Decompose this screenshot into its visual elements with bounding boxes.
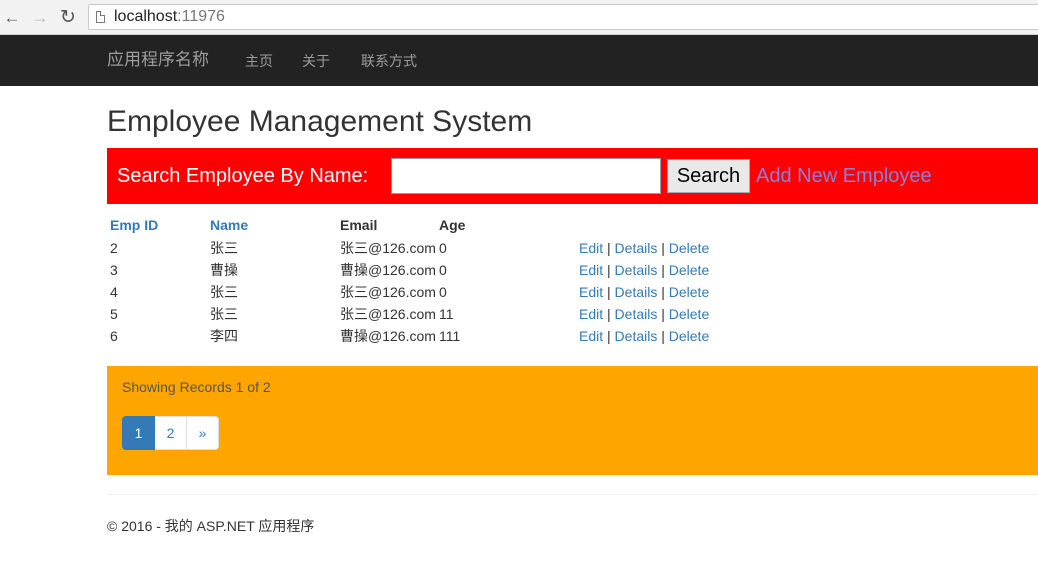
- sort-name-link[interactable]: Name: [210, 217, 248, 233]
- employee-table: Emp ID Name Email Age 2 张三 张三@126.com 0 …: [107, 213, 709, 347]
- page-icon: [96, 11, 105, 23]
- navbar-brand[interactable]: 应用程序名称: [107, 50, 209, 70]
- back-arrow-icon[interactable]: ←: [1, 6, 23, 28]
- table-row: 5 张三 张三@126.com 11 Edit | Details | Dele…: [107, 303, 709, 325]
- table-row: 2 张三 张三@126.com 0 Edit | Details | Delet…: [107, 237, 709, 259]
- table-row: 4 张三 张三@126.com 0 Edit | Details | Delet…: [107, 281, 709, 303]
- action-separator: |: [607, 284, 611, 300]
- page-title: Employee Management System: [107, 105, 533, 138]
- action-separator: |: [607, 306, 611, 322]
- cell-emp-id: 2: [110, 240, 118, 256]
- cell-actions: Edit | Details | Delete: [576, 325, 709, 347]
- browser-toolbar: ← → ↻ localhost:11976: [0, 0, 1038, 35]
- cell-name: 曹操: [210, 262, 238, 278]
- action-separator: |: [661, 306, 665, 322]
- header-actions: [576, 213, 709, 237]
- search-input[interactable]: [391, 158, 661, 194]
- header-name: Name: [207, 213, 337, 237]
- reload-icon[interactable]: ↻: [57, 6, 79, 28]
- action-separator: |: [607, 240, 611, 256]
- cell-email: 张三@126.com: [340, 306, 436, 322]
- action-separator: |: [661, 262, 665, 278]
- next-page-button[interactable]: »: [186, 416, 219, 450]
- records-summary: Showing Records 1 of 2: [122, 379, 271, 395]
- table-row: 3 曹操 曹操@126.com 0 Edit | Details | Delet…: [107, 259, 709, 281]
- cell-email: 曹操@126.com: [340, 328, 436, 344]
- cell-emp-id: 4: [110, 284, 118, 300]
- table-row: 6 李四 曹操@126.com 111 Edit | Details | Del…: [107, 325, 709, 347]
- table-header-row: Emp ID Name Email Age: [107, 213, 709, 237]
- add-employee-link[interactable]: Add New Employee: [756, 163, 932, 189]
- edit-link[interactable]: Edit: [579, 284, 603, 300]
- cell-age: 11: [439, 306, 454, 322]
- cell-age: 0: [439, 262, 447, 278]
- cell-emp-id: 5: [110, 306, 118, 322]
- pager-panel: Showing Records 1 of 2 1 2 »: [107, 366, 1038, 475]
- cell-emp-id: 3: [110, 262, 118, 278]
- edit-link[interactable]: Edit: [579, 328, 603, 344]
- details-link[interactable]: Details: [615, 240, 658, 256]
- footer-divider: [107, 494, 1038, 495]
- cell-actions: Edit | Details | Delete: [576, 303, 709, 325]
- search-panel: Search Employee By Name: Search Add New …: [107, 148, 1038, 204]
- cell-age: 111: [439, 328, 461, 344]
- address-bar[interactable]: localhost:11976: [88, 4, 1038, 30]
- nav-link-home[interactable]: 主页: [245, 52, 273, 70]
- cell-emp-id: 6: [110, 328, 118, 344]
- header-emp-id: Emp ID: [107, 213, 207, 237]
- cell-actions: Edit | Details | Delete: [576, 281, 709, 303]
- delete-link[interactable]: Delete: [669, 328, 709, 344]
- search-label: Search Employee By Name:: [117, 165, 369, 187]
- header-email: Email: [340, 217, 378, 233]
- edit-link[interactable]: Edit: [579, 262, 603, 278]
- cell-name: 张三: [210, 240, 238, 256]
- cell-name: 张三: [210, 306, 238, 322]
- url-text: localhost:11976: [114, 8, 225, 26]
- url-host: localhost: [114, 8, 178, 25]
- cell-name: 张三: [210, 284, 238, 300]
- cell-email: 曹操@126.com: [340, 262, 436, 278]
- cell-actions: Edit | Details | Delete: [576, 259, 709, 281]
- footer-text: © 2016 - 我的 ASP.NET 应用程序: [107, 518, 315, 534]
- search-button[interactable]: Search: [667, 159, 750, 193]
- action-separator: |: [607, 262, 611, 278]
- delete-link[interactable]: Delete: [669, 306, 709, 322]
- details-link[interactable]: Details: [615, 262, 658, 278]
- cell-name: 李四: [210, 328, 238, 344]
- cell-age: 0: [439, 240, 447, 256]
- page-2-button[interactable]: 2: [154, 416, 187, 450]
- action-separator: |: [607, 328, 611, 344]
- nav-link-contact[interactable]: 联系方式: [361, 52, 417, 70]
- app-navbar: 应用程序名称 主页 关于 联系方式: [0, 35, 1038, 86]
- action-separator: |: [661, 328, 665, 344]
- nav-link-about[interactable]: 关于: [302, 52, 330, 70]
- delete-link[interactable]: Delete: [669, 262, 709, 278]
- edit-link[interactable]: Edit: [579, 240, 603, 256]
- page-1-button[interactable]: 1: [122, 416, 155, 450]
- delete-link[interactable]: Delete: [669, 240, 709, 256]
- header-age: Age: [439, 217, 466, 233]
- details-link[interactable]: Details: [615, 284, 658, 300]
- cell-email: 张三@126.com: [340, 240, 436, 256]
- pagination: 1 2 »: [122, 416, 219, 450]
- url-port: :11976: [177, 8, 225, 25]
- cell-email: 张三@126.com: [340, 284, 436, 300]
- cell-actions: Edit | Details | Delete: [576, 237, 709, 259]
- action-separator: |: [661, 240, 665, 256]
- sort-emp-id-link[interactable]: Emp ID: [110, 217, 158, 233]
- forward-arrow-icon[interactable]: →: [29, 6, 51, 28]
- cell-age: 0: [439, 284, 447, 300]
- delete-link[interactable]: Delete: [669, 284, 709, 300]
- details-link[interactable]: Details: [615, 328, 658, 344]
- edit-link[interactable]: Edit: [579, 306, 603, 322]
- action-separator: |: [661, 284, 665, 300]
- details-link[interactable]: Details: [615, 306, 658, 322]
